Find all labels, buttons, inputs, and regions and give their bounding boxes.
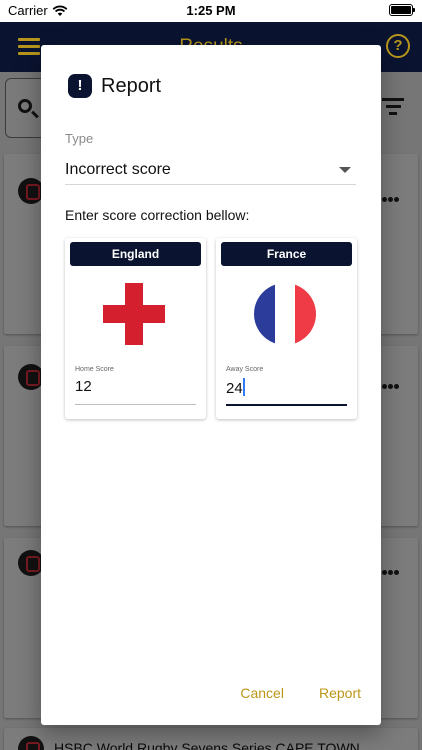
home-team-name: England [70, 242, 201, 266]
alert-octagon-icon: ! [68, 74, 92, 98]
away-score-label: Away Score [226, 366, 264, 373]
status-bar: Carrier 1:25 PM [0, 0, 422, 22]
more-options-icon[interactable] [382, 189, 400, 202]
event-logo-icon [18, 736, 44, 750]
type-select[interactable]: Incorrect score [65, 155, 356, 185]
type-select-value: Incorrect score [65, 161, 171, 178]
away-score-text: 24 [226, 380, 243, 397]
filter-icon[interactable] [382, 98, 404, 119]
chevron-down-icon [339, 167, 351, 173]
england-flag-icon [103, 283, 165, 345]
battery-icon [389, 4, 415, 16]
help-icon[interactable]: ? [386, 34, 410, 58]
score-correction-instruction: Enter score correction bellow: [65, 207, 250, 223]
type-label: Type [65, 131, 94, 146]
france-flag-icon [254, 283, 316, 345]
dialog-header: ! Report [68, 74, 161, 98]
home-team-card: England Home Score 12 [65, 238, 206, 419]
search-box[interactable] [5, 78, 45, 138]
dialog-actions: Cancel Report [240, 685, 361, 701]
away-score-input[interactable]: 24 [226, 378, 245, 397]
report-dialog: ! Report Type Incorrect score Enter scor… [41, 45, 381, 725]
report-button[interactable]: Report [319, 685, 361, 701]
more-options-icon[interactable] [382, 562, 400, 575]
result-card-title: HSBC World Rugby Sevens Series CAPE TOWN [54, 740, 360, 750]
away-team-card: France Away Score 24 [216, 238, 357, 419]
text-cursor [242, 378, 245, 396]
cancel-button[interactable]: Cancel [240, 685, 284, 701]
more-options-icon[interactable] [382, 376, 400, 389]
status-time: 1:25 PM [186, 3, 236, 18]
away-team-name: France [221, 242, 352, 266]
dialog-title: Report [101, 74, 162, 97]
search-icon [18, 99, 32, 113]
home-score-label: Home Score [75, 366, 114, 373]
home-score-input[interactable]: 12 [75, 378, 92, 395]
home-score-underline [75, 404, 196, 405]
away-score-underline [226, 404, 347, 406]
